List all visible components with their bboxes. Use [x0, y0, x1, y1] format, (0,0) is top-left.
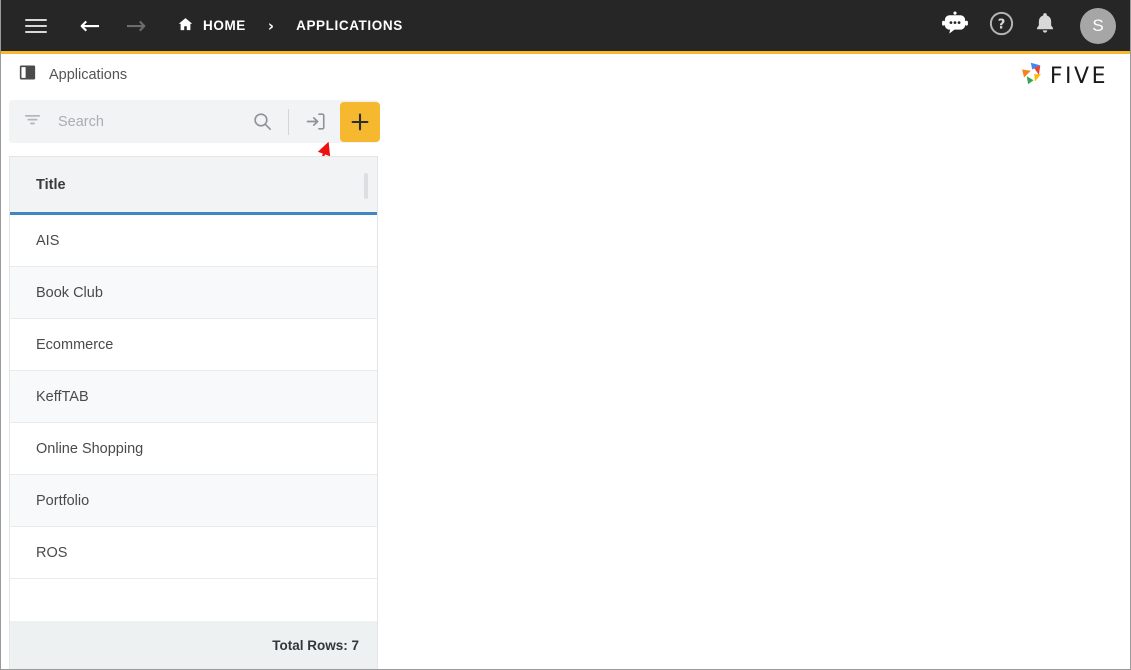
table-row[interactable]: KeffTAB: [10, 371, 377, 423]
page-title: Applications: [49, 67, 128, 83]
table-cell-title: Book Club: [36, 284, 103, 301]
forward-glyph: →: [125, 11, 147, 40]
breadcrumb-item-applications[interactable]: APPLICATIONS: [296, 18, 403, 33]
five-pinwheel-logo-icon: [1018, 60, 1045, 92]
column-header-title[interactable]: Title: [10, 177, 66, 193]
arrow-left-icon[interactable]: ←: [73, 9, 107, 43]
table-cell-title: Online Shopping: [36, 440, 144, 457]
breadcrumb-item-home[interactable]: HOME: [177, 16, 246, 36]
five-wordmark: FIVE: [1049, 63, 1108, 89]
table-cell-title: ROS: [36, 544, 68, 561]
column-resize-handle[interactable]: [364, 173, 368, 199]
search-magnifier-icon[interactable]: [245, 105, 279, 139]
top-navigation-bar: ← → HOME › APPLICATIONS ? S: [1, 0, 1130, 54]
table-body: AIS Book Club Ecommerce KeffTAB Online Shopp…: [10, 215, 377, 621]
table-cell-title: AIS: [36, 232, 60, 249]
notifications-bell-icon[interactable]: [1034, 11, 1056, 40]
table-row[interactable]: Portfolio: [10, 475, 377, 527]
hamburger-menu-icon[interactable]: [19, 9, 53, 43]
five-logo: FIVE: [1018, 60, 1108, 92]
avatar[interactable]: S: [1080, 7, 1116, 44]
application-window: ← → HOME › APPLICATIONS ? S Applications…: [0, 0, 1131, 670]
total-rows-label: Total Rows: 7: [272, 637, 359, 653]
add-button[interactable]: [340, 101, 380, 142]
breadcrumb-label-home: HOME: [203, 18, 246, 33]
table-cell-title: Portfolio: [36, 492, 90, 509]
applications-table: Title AIS Book Club Ecommerce KeffTAB Online…: [9, 156, 378, 669]
breadcrumb-separator-icon: ›: [267, 16, 275, 35]
table-footer: Total Rows: 7: [10, 621, 377, 669]
table-cell-title: KeffTAB: [36, 388, 89, 405]
page-subheader: Applications FIVE: [1, 54, 1130, 96]
table-empty-row: [10, 579, 377, 621]
top-bar-actions: ? S: [941, 7, 1116, 44]
avatar-initial: S: [1092, 15, 1104, 35]
breadcrumb-label-applications: APPLICATIONS: [296, 18, 403, 33]
import-arrow-into-box-icon[interactable]: [298, 105, 332, 139]
arrow-right-icon[interactable]: →: [119, 9, 153, 43]
table-row[interactable]: ROS: [10, 527, 377, 579]
plus-icon: [351, 113, 369, 130]
table-header-row: Title: [10, 157, 377, 215]
table-row[interactable]: Online Shopping: [10, 423, 377, 475]
table-row[interactable]: Book Club: [10, 267, 377, 319]
panel-book-icon: [19, 64, 36, 86]
help-icon[interactable]: ?: [989, 11, 1014, 41]
svg-text:?: ?: [998, 17, 1006, 32]
breadcrumb: HOME › APPLICATIONS: [177, 16, 403, 36]
chat-bot-icon[interactable]: [941, 11, 969, 40]
table-cell-title: Ecommerce: [36, 336, 114, 353]
home-icon: [177, 16, 194, 36]
search-input[interactable]: [58, 113, 245, 130]
table-row[interactable]: Ecommerce: [10, 319, 377, 371]
search-toolbar: [9, 100, 380, 143]
filter-icon[interactable]: [23, 110, 42, 134]
table-row[interactable]: AIS: [10, 215, 377, 267]
back-glyph: ←: [79, 11, 101, 40]
toolbar-divider: [288, 108, 289, 135]
